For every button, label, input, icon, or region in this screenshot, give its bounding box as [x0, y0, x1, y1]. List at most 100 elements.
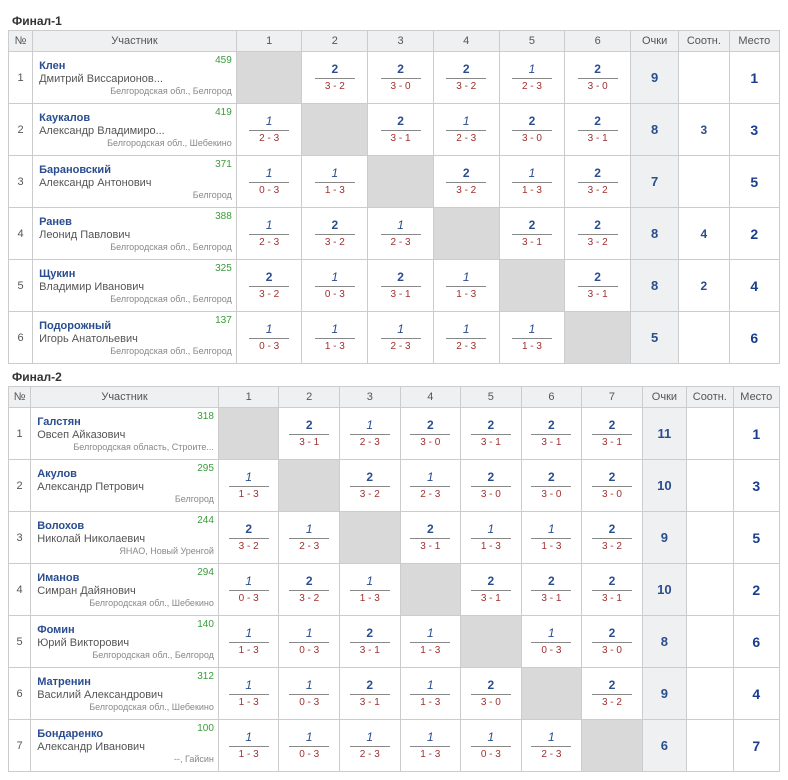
match-cell: 23 - 1	[461, 408, 522, 460]
match-points: 2	[387, 63, 414, 76]
match-points: 2	[478, 679, 505, 692]
match-points: 2	[256, 271, 283, 284]
location: Белгородская обл., Шебекино	[37, 702, 214, 712]
match-score: 1 - 3	[239, 697, 259, 708]
header-opponent: 2	[279, 387, 340, 408]
divider	[410, 642, 450, 643]
match-cell: 23 - 2	[302, 208, 368, 260]
diagonal-cell	[236, 52, 302, 104]
match-cell: 11 - 3	[400, 668, 461, 720]
match-cell: 12 - 3	[339, 408, 400, 460]
match-points: 1	[235, 627, 262, 640]
match-points: 2	[321, 219, 348, 232]
fullname: Игорь Анатольевич	[39, 333, 232, 345]
divider	[446, 338, 486, 339]
match-cell: 23 - 0	[499, 104, 565, 156]
match-score: 0 - 3	[259, 185, 279, 196]
place-cell: 5	[729, 156, 779, 208]
header-num: №	[9, 31, 33, 52]
match-score: 3 - 0	[602, 645, 622, 656]
divider	[350, 694, 390, 695]
match-score: 3 - 2	[588, 237, 608, 248]
match-score: 2 - 3	[456, 133, 476, 144]
match-points: 1	[417, 731, 444, 744]
match-points: 2	[356, 679, 383, 692]
match-points: 2	[584, 271, 611, 284]
match-cell: 11 - 3	[218, 616, 279, 668]
divider	[229, 538, 269, 539]
divider	[350, 590, 390, 591]
row-number: 5	[9, 616, 31, 668]
match-cell: 23 - 2	[339, 460, 400, 512]
divider	[410, 746, 450, 747]
divider	[289, 642, 329, 643]
fullname: Василий Александрович	[37, 689, 214, 701]
divider	[471, 434, 511, 435]
diagonal-cell	[302, 104, 368, 156]
match-points: 1	[235, 679, 262, 692]
divider	[531, 538, 571, 539]
divider	[592, 694, 632, 695]
points-cell: 6	[642, 720, 686, 772]
match-cell: 10 - 3	[302, 260, 368, 312]
diagonal-cell	[499, 260, 565, 312]
coef-cell	[679, 312, 729, 364]
participant-cell: 244ВолоховНиколай НиколаевичЯНАО, Новый …	[31, 512, 219, 564]
coef-cell	[687, 512, 733, 564]
rating: 388	[215, 211, 232, 222]
points-cell: 7	[631, 156, 679, 208]
points-cell: 5	[631, 312, 679, 364]
match-score: 3 - 1	[360, 697, 380, 708]
divider	[446, 130, 486, 131]
divider	[249, 182, 289, 183]
header-opponent: 7	[582, 387, 643, 408]
surname: Подорожный	[39, 320, 232, 332]
match-points: 1	[256, 323, 283, 336]
divider	[350, 746, 390, 747]
match-points: 2	[599, 679, 626, 692]
divider	[592, 486, 632, 487]
header-opponent: 3	[368, 31, 434, 52]
match-score: 3 - 1	[602, 593, 622, 604]
match-points: 1	[478, 523, 505, 536]
match-cell: 11 - 3	[302, 156, 368, 208]
place-cell: 7	[733, 720, 779, 772]
match-points: 2	[584, 115, 611, 128]
match-score: 3 - 0	[522, 133, 542, 144]
place-cell: 2	[729, 208, 779, 260]
divider	[531, 590, 571, 591]
match-score: 0 - 3	[325, 289, 345, 300]
row-number: 3	[9, 512, 31, 564]
divider	[446, 286, 486, 287]
divider	[471, 746, 511, 747]
header-participant: Участник	[31, 387, 219, 408]
match-score: 2 - 3	[522, 81, 542, 92]
divider	[350, 486, 390, 487]
match-cell: 23 - 0	[400, 408, 461, 460]
match-points: 2	[387, 115, 414, 128]
points-cell: 9	[642, 668, 686, 720]
participant-cell: 419КаукаловАлександр Владимиро...Белгоро…	[33, 104, 237, 156]
match-points: 2	[584, 219, 611, 232]
header-points: Очки	[642, 387, 686, 408]
divider	[289, 694, 329, 695]
points-cell: 9	[631, 52, 679, 104]
divider	[531, 434, 571, 435]
table-row: 3244ВолоховНиколай НиколаевичЯНАО, Новый…	[9, 512, 780, 564]
match-points: 1	[417, 627, 444, 640]
match-points: 1	[296, 679, 323, 692]
match-cell: 23 - 2	[218, 512, 279, 564]
match-score: 1 - 3	[522, 341, 542, 352]
match-score: 1 - 3	[420, 749, 440, 760]
divider	[592, 538, 632, 539]
match-cell: 23 - 1	[368, 260, 434, 312]
fullname: Юрий Викторович	[37, 637, 214, 649]
header-num: №	[9, 387, 31, 408]
match-cell: 23 - 1	[279, 408, 340, 460]
participant-cell: 294ИмановСимран ДайяновичБелгородская об…	[31, 564, 219, 616]
divider	[289, 746, 329, 747]
divider	[531, 746, 571, 747]
divider	[229, 746, 269, 747]
header-opponent: 5	[499, 31, 565, 52]
diagonal-cell	[400, 564, 461, 616]
